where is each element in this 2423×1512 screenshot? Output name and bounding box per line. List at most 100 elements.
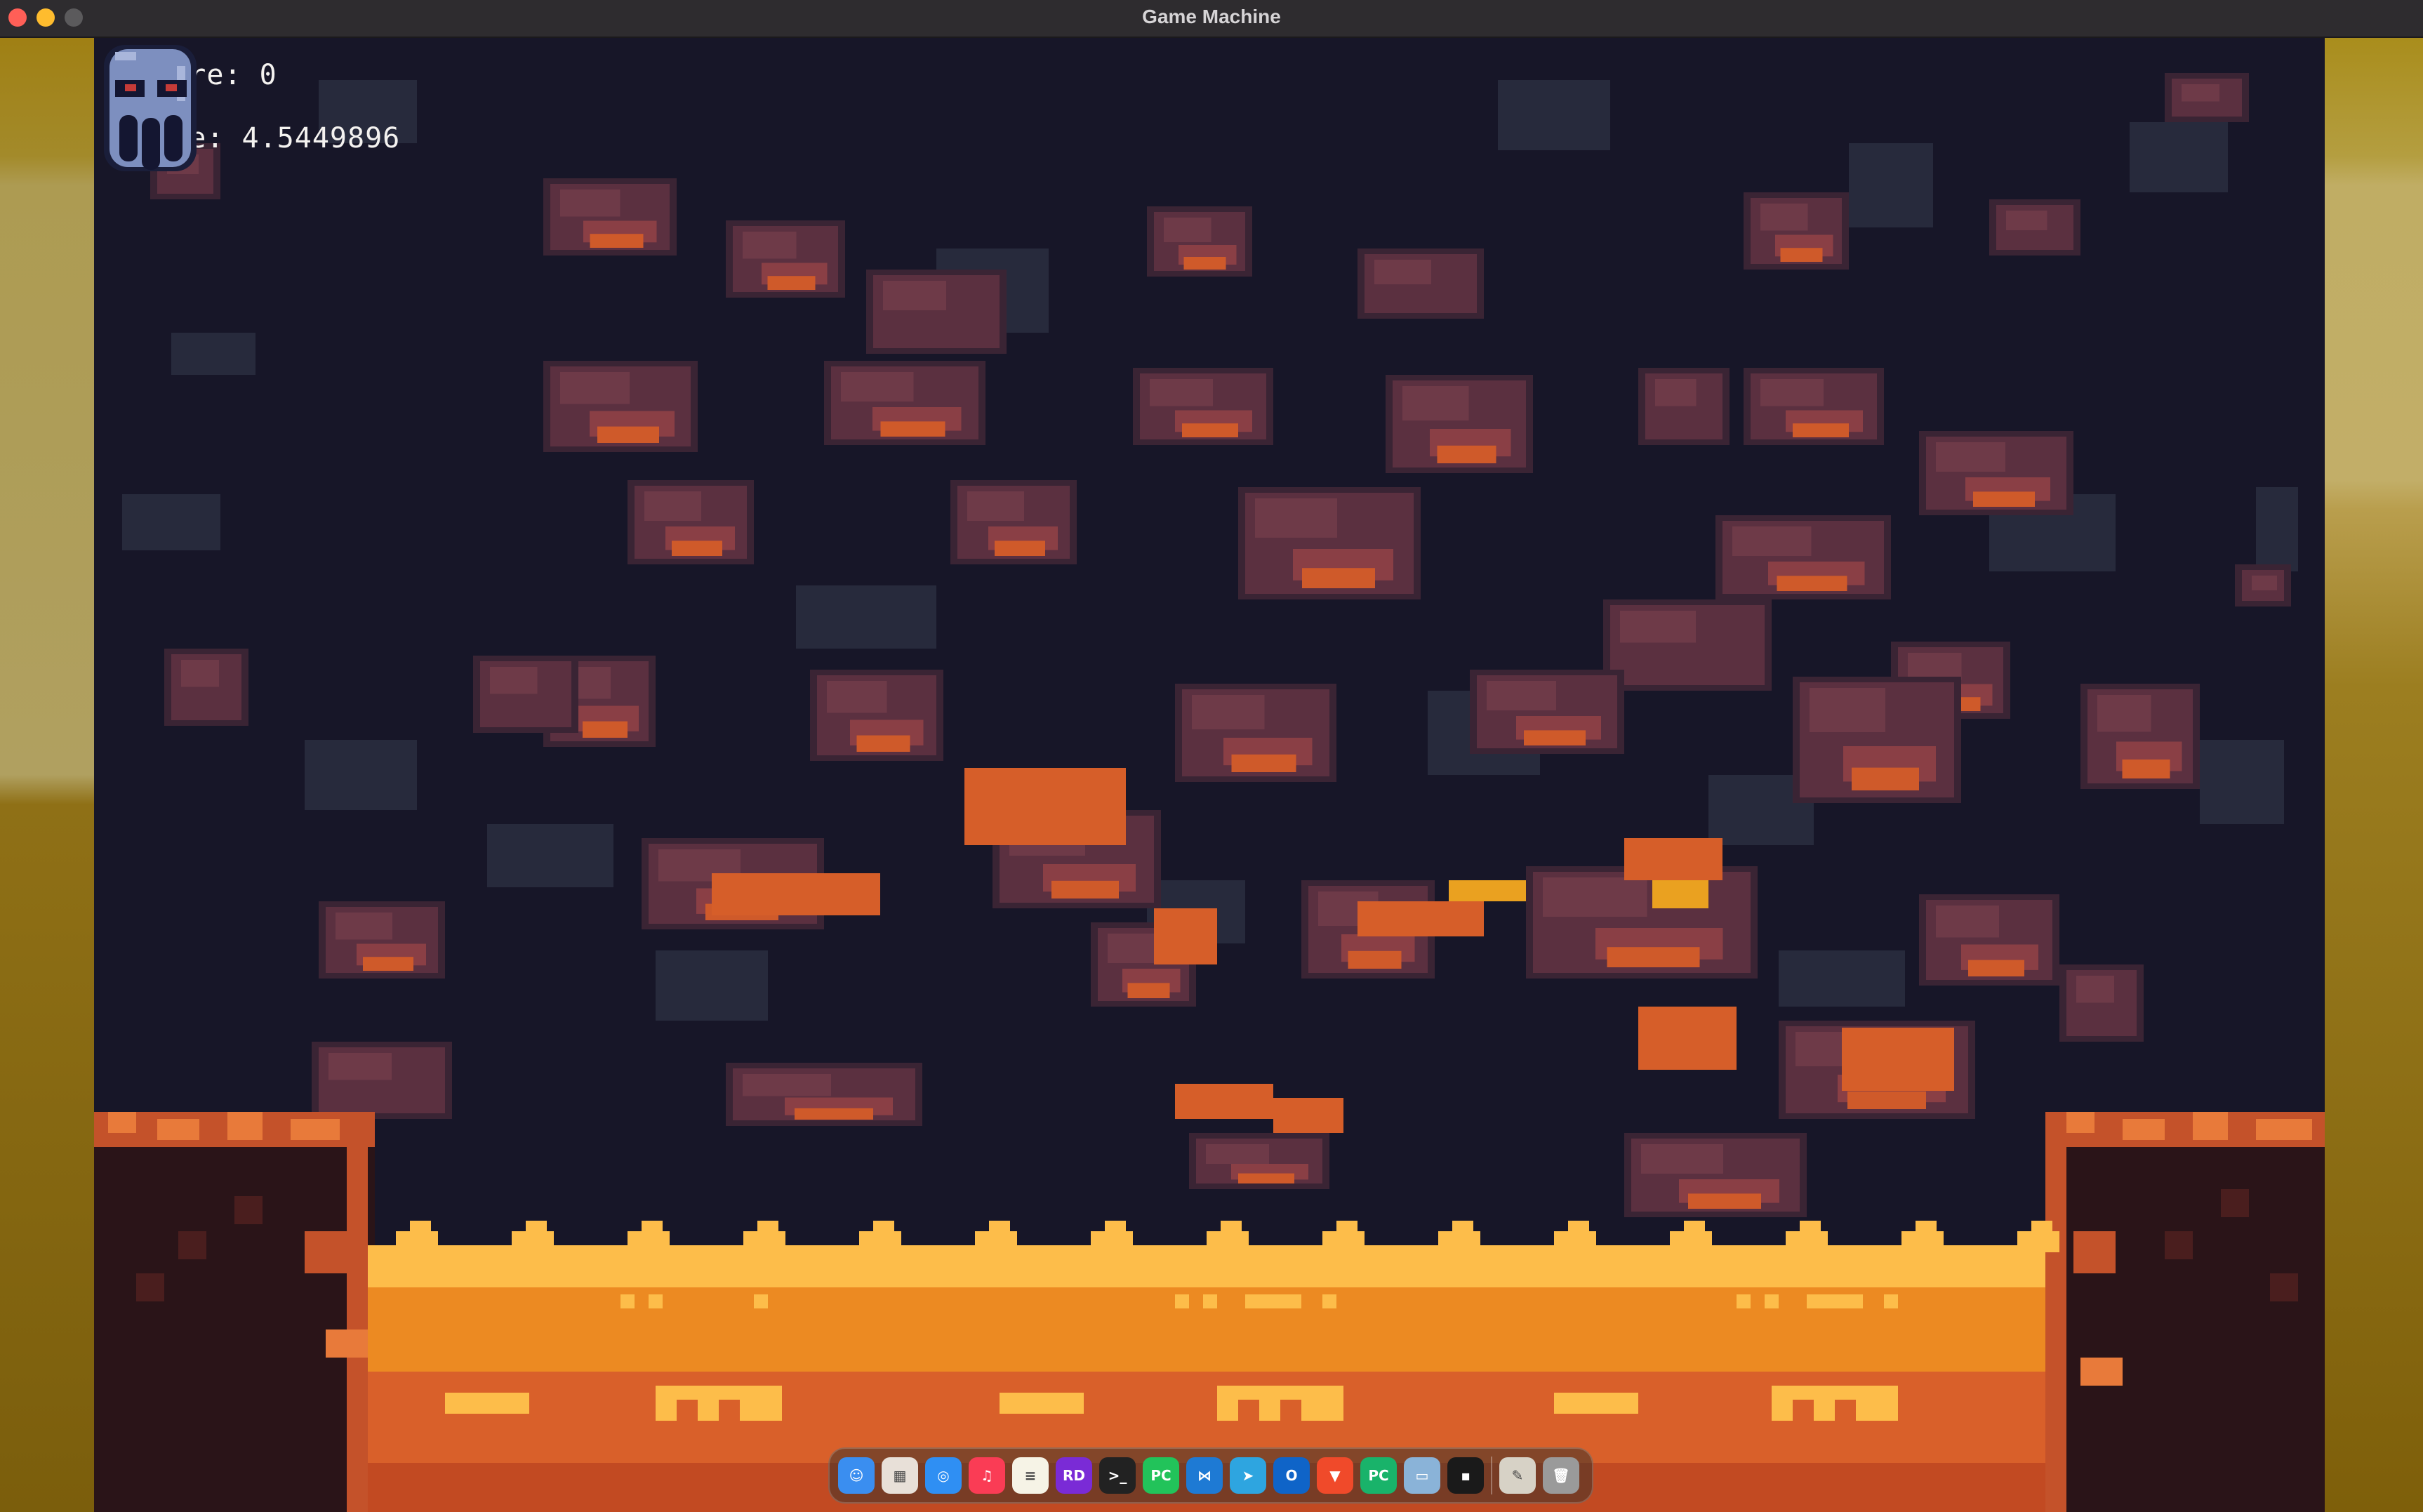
rock-ember <box>1231 754 1296 772</box>
rock-ember <box>1847 1091 1926 1109</box>
rock-highlight <box>841 372 914 402</box>
dock-separator <box>1491 1457 1492 1494</box>
vscode-icon[interactable]: ⋈ <box>1186 1457 1223 1494</box>
rock-highlight <box>644 491 701 521</box>
rock-shadow <box>796 585 936 649</box>
rock-highlight <box>1936 442 2005 472</box>
left-ledge <box>94 1112 375 1512</box>
rock-shadow <box>171 333 255 375</box>
rock-ember <box>583 721 628 738</box>
rock-ember <box>2122 760 2170 778</box>
rock-highlight <box>2076 976 2114 1003</box>
rock-ember <box>1780 248 1823 262</box>
rock-highlight <box>743 1074 831 1096</box>
rock-highlight <box>1655 379 1697 406</box>
rock-highlight <box>1543 877 1647 917</box>
window-titlebar: Game Machine <box>0 0 2423 38</box>
rock-highlight <box>1810 688 1885 732</box>
lava-ember-bright <box>1652 880 1708 908</box>
rock-ember <box>1302 568 1375 588</box>
rock-ember <box>1973 491 2035 507</box>
terminal-icon[interactable]: >_ <box>1099 1457 1136 1494</box>
safari-icon[interactable]: ◎ <box>925 1457 962 1494</box>
rock-ember <box>1182 423 1238 437</box>
rock-highlight <box>2006 211 2047 230</box>
rock-highlight <box>490 667 538 694</box>
rock-highlight <box>1487 681 1556 710</box>
rock-highlight <box>1936 906 1999 938</box>
rock-highlight <box>2182 84 2219 102</box>
rock-ember <box>590 234 644 248</box>
notes-icon[interactable]: ≡ <box>1012 1457 1049 1494</box>
rock-ember <box>1348 950 1402 969</box>
rock-ember <box>597 426 659 443</box>
game-canvas[interactable]: Score: 0 Time: 4.5449896 <box>94 38 2325 1512</box>
rock-shadow <box>1779 950 1905 1007</box>
rock-highlight <box>328 1053 392 1080</box>
rock-ember <box>1183 257 1226 270</box>
rock-shadow <box>656 950 768 1021</box>
outlook-icon[interactable]: O <box>1273 1457 1310 1494</box>
music-icon[interactable]: ♫ <box>969 1457 1005 1494</box>
lava-crest <box>1336 1221 1357 1235</box>
console-icon[interactable]: ▪ <box>1447 1457 1484 1494</box>
rock-highlight <box>1908 653 1962 680</box>
lava-crest <box>1221 1221 1242 1235</box>
rock-ember <box>1437 445 1496 463</box>
lava-ember-bright <box>1449 880 1526 901</box>
trash-icon[interactable]: 🗑 <box>1543 1457 1579 1494</box>
rock-ember <box>1793 423 1849 437</box>
rider-icon[interactable]: RD <box>1056 1457 1092 1494</box>
rock-highlight <box>1164 218 1212 242</box>
rock-highlight <box>1192 695 1265 729</box>
pycharm-ce-icon[interactable]: PC <box>1360 1457 1397 1494</box>
rock-shadow <box>305 740 417 810</box>
lava-crest <box>1452 1221 1473 1235</box>
lava-crest <box>2031 1221 2052 1235</box>
lava-ember <box>1273 1098 1343 1133</box>
rock-shadow <box>2200 740 2284 824</box>
rock-ember <box>995 541 1045 556</box>
right-ledge <box>2045 1112 2325 1512</box>
lava-crest <box>757 1221 778 1235</box>
rock-highlight <box>1374 260 1431 284</box>
window-title: Game Machine <box>1142 6 1281 27</box>
rock-ember <box>856 735 910 752</box>
script-editor-icon[interactable]: ✎ <box>1499 1457 1536 1494</box>
rock-highlight <box>1732 526 1812 556</box>
rock-highlight <box>1402 386 1469 420</box>
lava-crest <box>1800 1221 1821 1235</box>
lava-ember <box>1357 901 1484 936</box>
lava-ember <box>1638 1007 1737 1070</box>
lava-ember <box>1175 1084 1273 1119</box>
rock-highlight <box>827 681 887 713</box>
pycharm-icon[interactable]: PC <box>1143 1457 1179 1494</box>
rock-highlight <box>1620 611 1696 643</box>
rock-ember <box>672 541 722 556</box>
rock-ember <box>1127 983 1170 998</box>
rock-shadow <box>487 824 613 887</box>
rock-highlight <box>1150 379 1213 406</box>
lava-crest <box>1684 1221 1705 1235</box>
preview-icon[interactable]: ▭ <box>1404 1457 1440 1494</box>
desktop-background-right <box>2325 38 2423 1512</box>
rock-ember <box>1968 960 2024 976</box>
rock-highlight <box>1760 204 1808 231</box>
lava-ember <box>1624 838 1722 880</box>
lava-ember <box>964 768 1126 845</box>
rock-ember <box>363 957 413 971</box>
rock-highlight <box>2097 695 2151 732</box>
lava-ember <box>1842 1028 1954 1091</box>
lava-ember <box>712 873 880 915</box>
rock-highlight <box>1255 498 1337 538</box>
brave-icon[interactable]: ▼ <box>1317 1457 1353 1494</box>
telegram-icon[interactable]: ➤ <box>1230 1457 1266 1494</box>
lava-crest <box>1568 1221 1589 1235</box>
rock-highlight <box>883 281 946 310</box>
lava-cave-scene <box>94 38 2325 1512</box>
finder-icon[interactable]: ☺ <box>838 1457 875 1494</box>
launchpad-icon[interactable]: ▦ <box>882 1457 918 1494</box>
rock-highlight <box>2252 576 2277 590</box>
lava-crest <box>410 1221 431 1235</box>
rock-highlight <box>560 190 620 217</box>
